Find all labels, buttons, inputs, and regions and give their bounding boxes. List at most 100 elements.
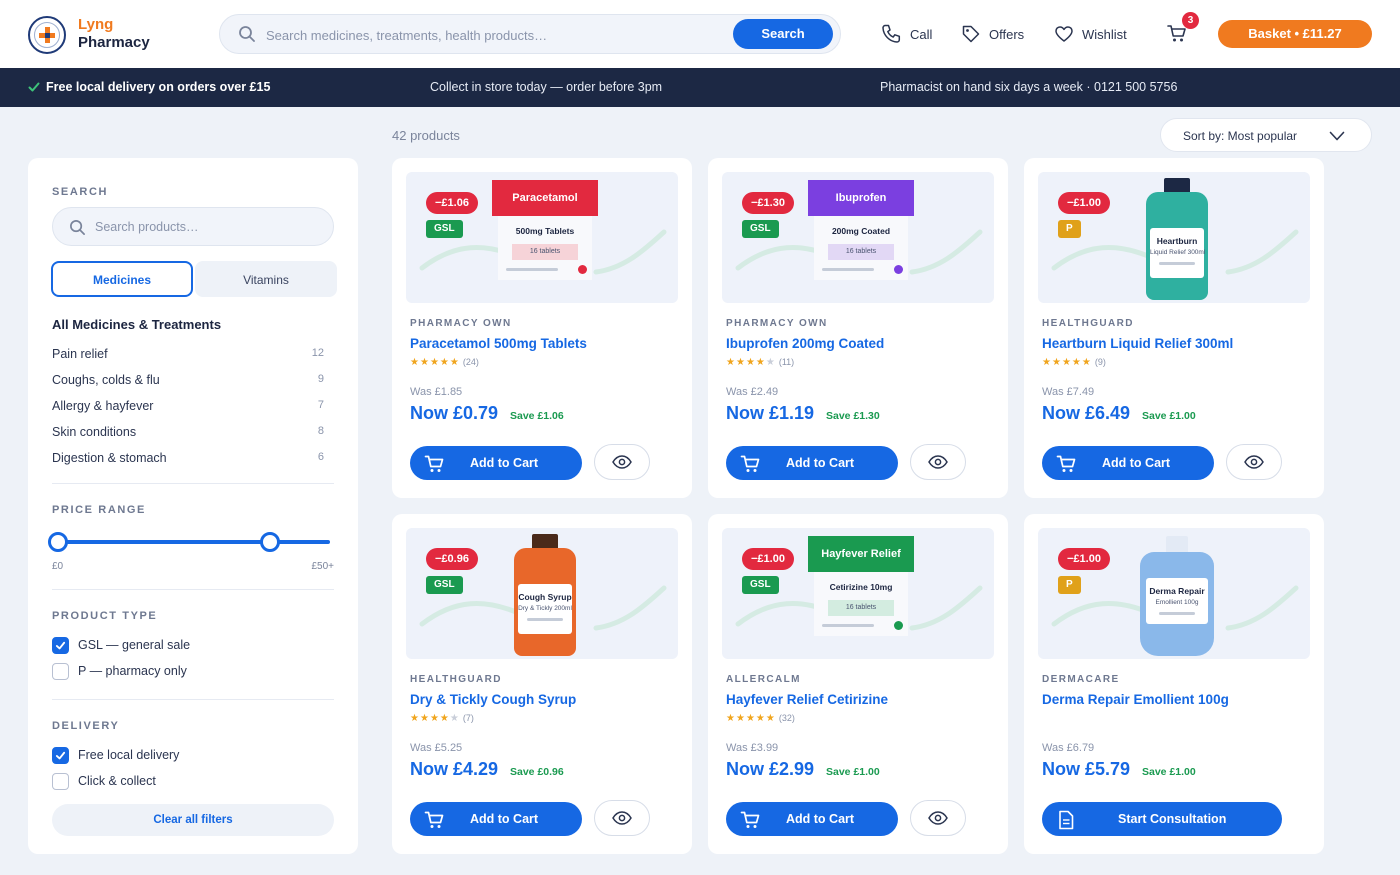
box-subtitle: 500mg Tablets bbox=[515, 226, 575, 236]
sidebar-search-input[interactable] bbox=[95, 217, 315, 237]
product-name[interactable]: Paracetamol 500mg Tablets bbox=[410, 336, 587, 351]
now-price: Now £4.29 bbox=[410, 759, 499, 779]
product-box-illustration: Ibuprofen 200mg Coated 16 tablets bbox=[808, 180, 914, 280]
add-to-cart-button[interactable]: Add to Cart bbox=[726, 446, 898, 480]
discount-badge: −£1.00 bbox=[1058, 192, 1110, 214]
product-name[interactable]: Ibuprofen 200mg Coated bbox=[726, 336, 884, 351]
quick-view-button[interactable] bbox=[1226, 444, 1282, 480]
product-image[interactable]: Hayfever Relief Cetirizine 10mg 16 tablets… bbox=[722, 528, 994, 659]
quick-view-button[interactable] bbox=[594, 800, 650, 836]
basket-button[interactable]: Basket • £11.27 bbox=[1218, 20, 1372, 48]
price-slider-track[interactable] bbox=[58, 540, 330, 544]
logo[interactable]: Lyng Pharmacy bbox=[28, 14, 158, 54]
category-digestion-stomach[interactable]: Digestion & stomach 6 bbox=[52, 451, 324, 471]
checkbox-unchecked[interactable] bbox=[52, 662, 69, 680]
product-card[interactable]: Heartburn Liquid Relief 300ml −£1.00 P HEALT… bbox=[1024, 158, 1324, 498]
checkbox-unchecked[interactable] bbox=[52, 772, 69, 790]
start-consultation-button[interactable]: Start Consultation bbox=[1042, 802, 1282, 836]
quick-view-button[interactable] bbox=[910, 444, 966, 480]
price-slider-min-handle[interactable] bbox=[48, 532, 68, 552]
review-count: (11) bbox=[778, 357, 795, 367]
sort-select[interactable]: Sort by: Most popular bbox=[1160, 118, 1372, 152]
offers-link[interactable]: Offers bbox=[961, 22, 1024, 46]
product-image[interactable]: Derma Repair Emollient 100g −£1.00 P bbox=[1038, 528, 1310, 659]
checkbox-gsl[interactable]: GSL — general sale bbox=[52, 636, 190, 654]
star-icon: ★ bbox=[410, 713, 420, 724]
add-to-cart-label: Add to Cart bbox=[786, 456, 855, 470]
category-skin-conditions[interactable]: Skin conditions 8 bbox=[52, 425, 324, 445]
checkbox-checked[interactable] bbox=[52, 636, 69, 654]
star-icon: ★ bbox=[1042, 357, 1052, 368]
star-icon: ★ bbox=[1051, 357, 1062, 368]
sidebar-search bbox=[52, 207, 334, 246]
category-count: 7 bbox=[317, 399, 324, 411]
product-card[interactable]: Ibuprofen 200mg Coated 16 tablets −£1.30 GSL… bbox=[708, 158, 1008, 498]
product-image[interactable]: Cough Syrup Dry & Tickly 200ml −£0.96 GSL bbox=[406, 528, 678, 659]
call-link[interactable]: Call bbox=[880, 22, 932, 46]
bottle-subtitle: Dry & Tickly 200ml bbox=[518, 605, 572, 612]
product-name[interactable]: Hayfever Relief Cetirizine bbox=[726, 692, 888, 707]
quick-view-button[interactable] bbox=[910, 800, 966, 836]
divider bbox=[52, 699, 334, 700]
product-box-illustration: Hayfever Relief Cetirizine 10mg 16 tablets bbox=[808, 536, 914, 636]
product-card[interactable]: Paracetamol 500mg Tablets 16 tablets −£1.06… bbox=[392, 158, 692, 498]
star-icon: ★ bbox=[419, 357, 430, 368]
checkbox-p[interactable]: P — pharmacy only bbox=[52, 662, 187, 680]
category-pain-relief[interactable]: Pain relief 12 bbox=[52, 347, 324, 367]
add-to-cart-button[interactable]: Add to Cart bbox=[410, 446, 582, 480]
product-card[interactable]: Derma Repair Emollient 100g −£1.00 P DERMACA… bbox=[1024, 514, 1324, 854]
star-icon: ★ bbox=[726, 713, 736, 724]
product-name[interactable]: Derma Repair Emollient 100g bbox=[1042, 692, 1229, 707]
product-card[interactable]: Cough Syrup Dry & Tickly 200ml −£0.96 GSL HE… bbox=[392, 514, 692, 854]
star-icon: ★ bbox=[755, 713, 766, 724]
product-card[interactable]: Hayfever Relief Cetirizine 10mg 16 tablets… bbox=[708, 514, 1008, 854]
tag-icon bbox=[962, 25, 980, 43]
product-name[interactable]: Heartburn Liquid Relief 300ml bbox=[1042, 336, 1233, 351]
price-slider-max-handle[interactable] bbox=[260, 532, 281, 552]
call-label: Call bbox=[910, 26, 933, 42]
quick-view-button[interactable] bbox=[594, 444, 650, 480]
search-input[interactable] bbox=[266, 24, 726, 46]
offers-label: Offers bbox=[989, 26, 1025, 42]
add-to-cart-label: Add to Cart bbox=[1102, 456, 1171, 470]
category-coughs-colds-flu[interactable]: Coughs, colds & flu 9 bbox=[52, 373, 324, 393]
star-icon: ★ bbox=[449, 713, 460, 724]
checkbox-checked[interactable] bbox=[52, 746, 69, 764]
star-icon: ★ bbox=[765, 357, 776, 368]
eye-icon bbox=[1244, 455, 1264, 469]
now-price: Now £0.79 bbox=[410, 403, 499, 423]
bottle-subtitle: Liquid Relief 300ml bbox=[1150, 249, 1206, 256]
bottle-title: Heartburn bbox=[1156, 236, 1198, 246]
discount-badge: −£0.96 bbox=[426, 548, 478, 570]
review-count: (32) bbox=[778, 713, 795, 723]
product-type-badge: P bbox=[1058, 576, 1081, 594]
category-allergy-hayfever[interactable]: Allergy & hayfever 7 bbox=[52, 399, 324, 419]
box-chip: 16 tablets bbox=[828, 600, 894, 616]
product-name[interactable]: Dry & Tickly Cough Syrup bbox=[410, 692, 576, 707]
eye-icon bbox=[928, 811, 948, 825]
tab-medicines[interactable]: Medicines bbox=[51, 261, 193, 297]
wishlist-link[interactable]: Wishlist bbox=[1054, 22, 1127, 46]
saving-text: Save £1.00 bbox=[826, 766, 880, 778]
saving-text: Save £1.00 bbox=[1142, 410, 1196, 422]
price-max-label: £50+ bbox=[311, 561, 334, 572]
add-to-cart-button[interactable]: Add to Cart bbox=[1042, 446, 1214, 480]
add-to-cart-button[interactable]: Add to Cart bbox=[726, 802, 898, 836]
clear-filters-button[interactable]: Clear all filters bbox=[52, 804, 334, 836]
now-price: Now £6.49 bbox=[1042, 403, 1131, 423]
product-bottle-illustration: Cough Syrup Dry & Tickly 200ml bbox=[514, 534, 576, 656]
product-brand: HEALTHGUARD bbox=[1042, 318, 1134, 329]
product-image[interactable]: Ibuprofen 200mg Coated 16 tablets −£1.30 GSL bbox=[722, 172, 994, 303]
cart-button[interactable]: 3 bbox=[1166, 12, 1199, 46]
checkbox-label: GSL — general sale bbox=[78, 638, 191, 652]
cart-icon bbox=[740, 811, 760, 828]
tab-vitamins[interactable]: Vitamins bbox=[195, 261, 337, 297]
product-image[interactable]: Heartburn Liquid Relief 300ml −£1.00 P bbox=[1038, 172, 1310, 303]
checkbox-free-delivery[interactable]: Free local delivery bbox=[52, 746, 179, 764]
product-count: 42 products bbox=[392, 128, 460, 143]
cart-icon bbox=[1056, 455, 1076, 472]
search-button[interactable]: Search bbox=[733, 19, 833, 49]
checkbox-click-collect[interactable]: Click & collect bbox=[52, 772, 156, 790]
product-image[interactable]: Paracetamol 500mg Tablets 16 tablets −£1.06… bbox=[406, 172, 678, 303]
add-to-cart-button[interactable]: Add to Cart bbox=[410, 802, 582, 836]
